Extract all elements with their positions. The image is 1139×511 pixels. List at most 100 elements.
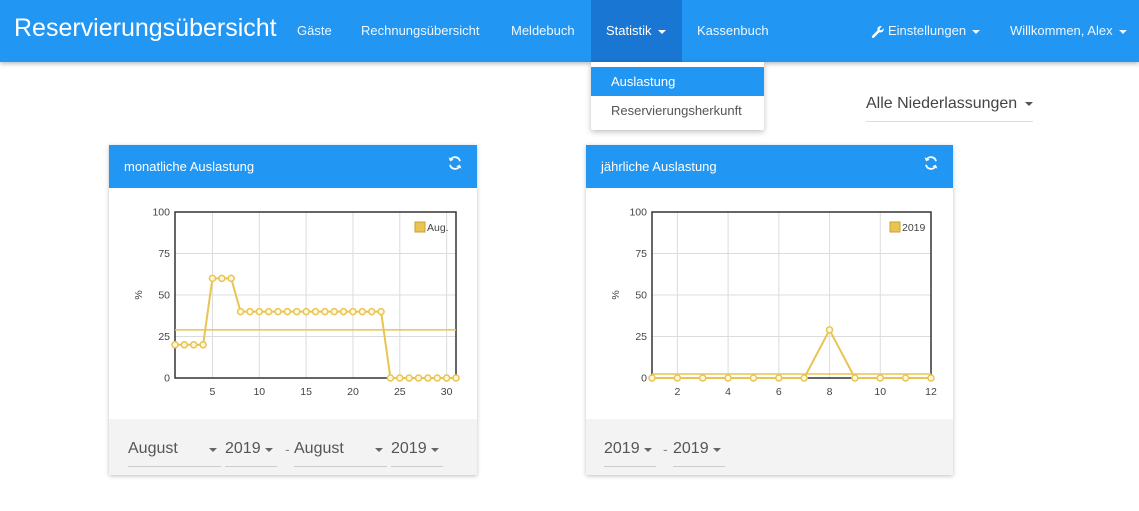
data-point <box>302 307 310 316</box>
x-tick-label: 4 <box>725 386 731 398</box>
yearly-occupancy-chart: 0 25 50 75 100 2 4 6 8 10 12% 2019 <box>610 207 937 399</box>
data-point <box>648 374 656 382</box>
data-point <box>377 307 385 316</box>
statistik-dropdown-menu: Auslastung Reservierungsherkunft <box>591 62 764 130</box>
data-point <box>264 307 273 316</box>
caret-down-icon <box>209 448 217 452</box>
data-point <box>749 374 758 382</box>
from-year-select[interactable]: 2019 <box>225 435 277 467</box>
top-navbar: Reservierungsübersicht Gäste Rechnungsüb… <box>0 0 1139 62</box>
panel-title: jährliche Auslastung <box>601 159 717 174</box>
series-line <box>175 277 456 379</box>
refresh-icon[interactable] <box>447 155 463 171</box>
legend-label: 2019 <box>902 222 926 234</box>
nav-einstellungen[interactable]: Einstellungen <box>871 0 981 62</box>
x-tick-label: 8 <box>827 386 833 398</box>
y-tick-label: 25 <box>158 331 170 343</box>
y-axis-label: % <box>610 290 622 299</box>
x-tick-label: 10 <box>874 386 886 398</box>
nav-einstellungen-label: Einstellungen <box>888 23 967 38</box>
data-point <box>442 374 451 382</box>
to-year-select[interactable]: 2019 <box>391 435 443 467</box>
nav-meldebuch[interactable]: Meldebuch <box>511 0 575 62</box>
data-point <box>367 307 376 316</box>
data-point <box>274 307 282 316</box>
caret-down-icon <box>657 29 666 34</box>
x-tick-label: 10 <box>253 386 265 398</box>
data-point <box>775 374 783 382</box>
nav-statistik-label: Statistik <box>606 23 652 38</box>
data-point <box>189 341 198 349</box>
panel-header: monatliche Auslastung <box>109 145 477 188</box>
brand-title[interactable]: Reservierungsübersicht <box>14 14 277 43</box>
from-year-select[interactable]: 2019 <box>604 435 656 467</box>
y-tick-label: 75 <box>635 248 647 260</box>
data-point <box>293 307 301 316</box>
y-tick-label: 75 <box>158 248 170 260</box>
data-point <box>452 374 460 382</box>
data-point <box>901 374 910 382</box>
nav-rechnungsuebersicht[interactable]: Rechnungsübersicht <box>361 0 480 62</box>
data-point <box>236 307 245 316</box>
data-point <box>283 307 292 316</box>
data-point <box>349 307 357 316</box>
panel-footer: August 2019 - August 2019 <box>109 419 477 475</box>
caret-down-icon <box>375 448 383 452</box>
monthly-occupancy-panel: monatliche Auslastung 0 25 50 75 100 5 10 15 20 2… <box>109 145 477 475</box>
caret-down-icon <box>1025 101 1034 106</box>
data-point <box>255 307 264 316</box>
monthly-occupancy-chart: 0 25 50 75 100 5 10 15 20 25 30% Aug. <box>133 207 460 398</box>
x-tick-label: 30 <box>441 386 453 398</box>
data-point <box>358 307 367 316</box>
range-separator: - <box>285 441 290 457</box>
data-point <box>876 374 885 382</box>
y-tick-label: 50 <box>158 290 170 302</box>
x-tick-label: 12 <box>925 386 937 398</box>
branch-select[interactable]: Alle Niederlassungen <box>866 88 1034 122</box>
panel-title: monatliche Auslastung <box>124 159 255 174</box>
nav-kassenbuch[interactable]: Kassenbuch <box>697 0 769 62</box>
panel-footer: 2019 - 2019 <box>586 419 953 475</box>
data-point <box>246 307 254 316</box>
nav-user-menu[interactable]: Willkommen, Alex <box>1010 0 1127 62</box>
refresh-icon[interactable] <box>923 155 939 171</box>
data-point <box>171 341 179 349</box>
to-month-select[interactable]: August <box>294 435 387 467</box>
nav-statistik[interactable]: Statistik <box>591 0 682 62</box>
data-point <box>405 374 413 382</box>
from-month-value: August <box>128 440 178 457</box>
data-point <box>180 341 189 349</box>
data-point <box>724 374 732 382</box>
data-point <box>673 374 682 382</box>
data-point <box>927 374 935 382</box>
data-point <box>227 274 235 283</box>
data-point <box>330 307 338 316</box>
y-tick-label: 0 <box>641 373 647 385</box>
to-year-value: 2019 <box>391 440 427 457</box>
data-point <box>208 274 217 283</box>
data-point <box>311 307 320 316</box>
yearly-occupancy-panel: jährliche Auslastung 0 25 50 75 100 2 4 6 8 10 12%… <box>586 145 953 475</box>
caret-down-icon <box>972 29 981 34</box>
y-axis-label: % <box>133 290 145 299</box>
caret-down-icon <box>265 448 273 452</box>
dropdown-item-auslastung[interactable]: Auslastung <box>591 67 764 96</box>
data-point <box>424 374 432 382</box>
to-year-select[interactable]: 2019 <box>673 435 725 467</box>
legend-swatch <box>889 221 901 233</box>
data-point <box>339 307 348 316</box>
from-year-value: 2019 <box>604 440 640 457</box>
to-year-value: 2019 <box>673 440 709 457</box>
y-tick-label: 0 <box>164 373 170 385</box>
data-point <box>321 307 329 316</box>
nav-gaeste[interactable]: Gäste <box>297 0 332 62</box>
from-month-select[interactable]: August <box>128 435 221 467</box>
x-tick-label: 25 <box>394 386 406 398</box>
x-tick-label: 15 <box>300 386 312 398</box>
y-tick-label: 25 <box>635 331 647 343</box>
data-point <box>851 374 859 382</box>
data-point <box>698 374 707 382</box>
legend-label: Aug. <box>427 222 449 234</box>
panel-header: jährliche Auslastung <box>586 145 953 188</box>
dropdown-item-reservierungsherkunft[interactable]: Reservierungsherkunft <box>591 96 764 125</box>
